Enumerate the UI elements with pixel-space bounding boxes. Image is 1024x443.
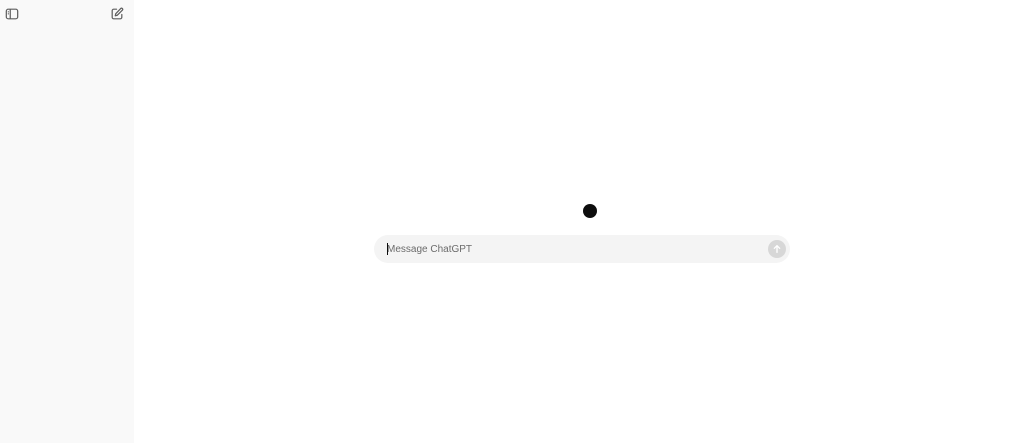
sidebar-toggle-icon bbox=[5, 7, 19, 21]
message-composer bbox=[374, 235, 790, 263]
compose-icon bbox=[110, 7, 124, 21]
sidebar bbox=[0, 0, 134, 443]
message-input[interactable] bbox=[387, 239, 768, 259]
new-chat-button[interactable] bbox=[107, 4, 127, 24]
app-window bbox=[0, 0, 1024, 443]
text-cursor bbox=[387, 243, 388, 255]
send-button[interactable] bbox=[768, 240, 786, 258]
toggle-sidebar-button[interactable] bbox=[2, 4, 22, 24]
arrow-up-icon bbox=[772, 244, 782, 254]
loading-indicator bbox=[583, 204, 597, 218]
main-content bbox=[134, 0, 1024, 443]
